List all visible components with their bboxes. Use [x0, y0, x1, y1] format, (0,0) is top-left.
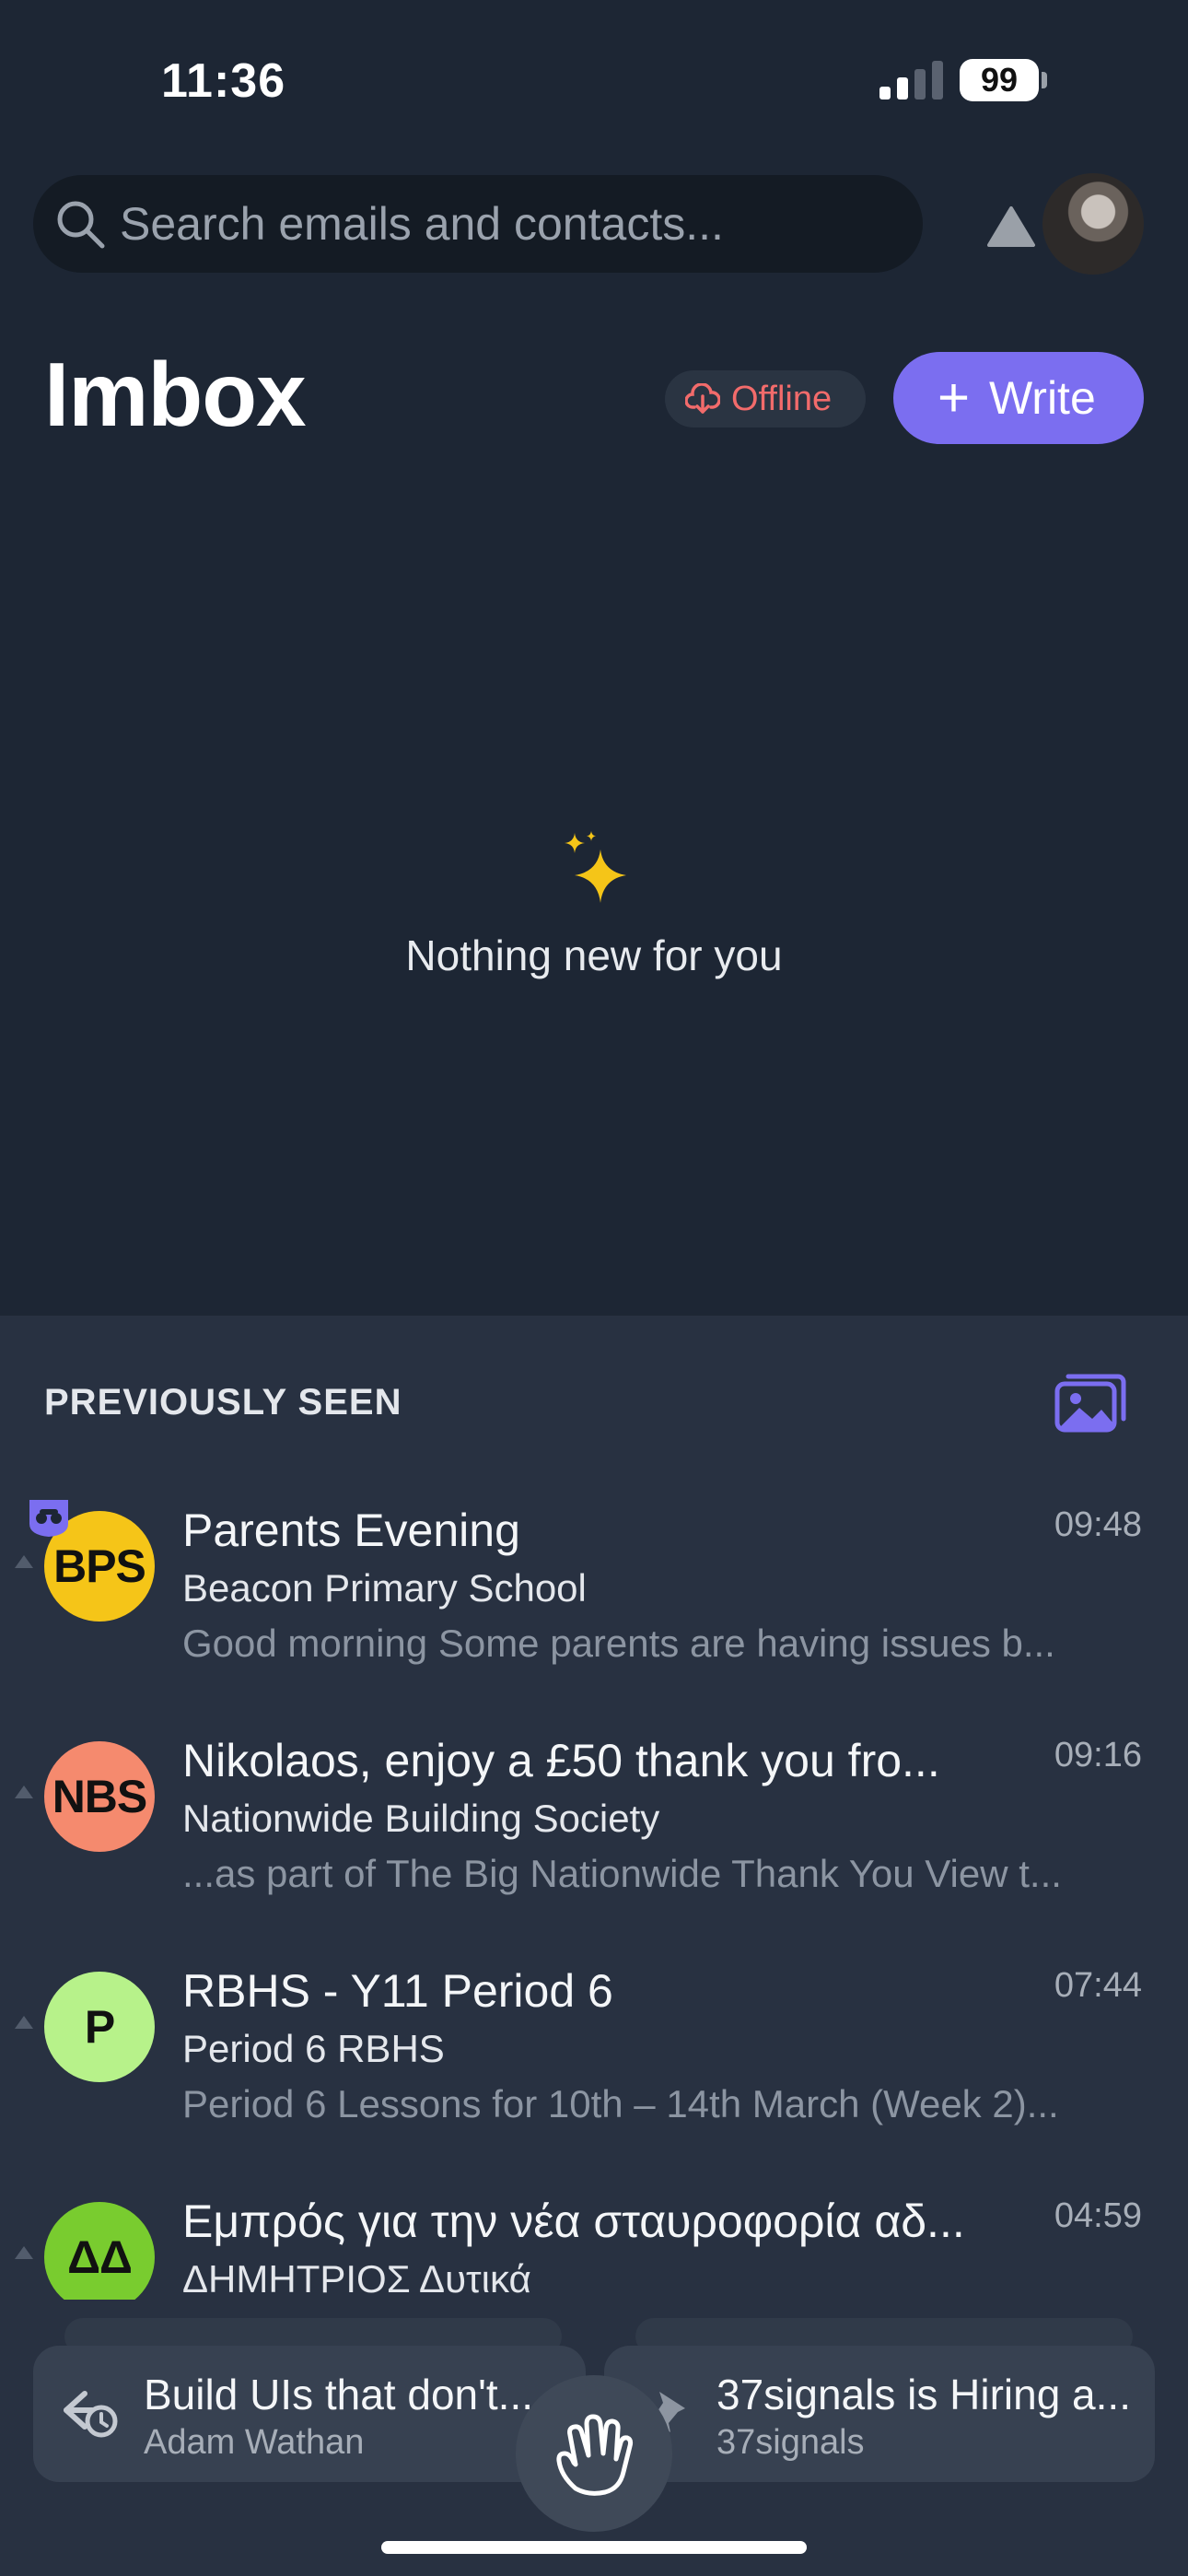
- chevron-up-icon: [15, 1555, 33, 1568]
- email-preview: ...as part of The Big Nationwide Thank Y…: [182, 1852, 1062, 1895]
- sender-badge: P: [44, 1972, 155, 2082]
- card-title: Build UIs that don't...: [144, 2371, 534, 2418]
- offline-badge[interactable]: Offline: [665, 370, 866, 427]
- chevron-up-icon: [15, 2016, 33, 2029]
- sender-badge: NBS: [44, 1741, 155, 1852]
- search-icon: [57, 201, 105, 249]
- email-row[interactable]: BPS Parents Evening 09:48 Beacon Primary…: [0, 1505, 1188, 1741]
- offline-label: Offline: [731, 380, 833, 418]
- card-title: 37signals is Hiring a...: [716, 2371, 1131, 2418]
- email-time: 09:48: [1054, 1505, 1142, 1544]
- email-subject: Nikolaos, enjoy a £50 thank you fro...: [182, 1735, 940, 1786]
- hand-icon: [556, 2414, 634, 2496]
- screener-shield-icon: [29, 1500, 68, 1537]
- email-row[interactable]: NBS Nikolaos, enjoy a £50 thank you fro.…: [0, 1735, 1188, 1972]
- triangle-menu-icon[interactable]: [985, 205, 1037, 249]
- write-label: Write: [989, 372, 1096, 424]
- email-preview: Good morning Some parents are having iss…: [182, 1622, 1055, 1665]
- battery-tip: [1042, 72, 1047, 88]
- card-subtitle: 37signals: [716, 2423, 865, 2462]
- hand-wave-button[interactable]: [516, 2375, 672, 2532]
- search-input[interactable]: [120, 175, 893, 273]
- email-row[interactable]: P RBHS - Y11 Period 6 07:44 Period 6 RBH…: [0, 1965, 1188, 2202]
- chevron-up-icon: [15, 2246, 33, 2259]
- gallery-icon[interactable]: [1054, 1371, 1127, 1435]
- previously-seen-heading: PREVIOUSLY SEEN: [44, 1382, 402, 1423]
- status-time: 11:36: [161, 54, 286, 108]
- signal-icon: [879, 61, 943, 100]
- search-bar[interactable]: [33, 175, 923, 273]
- email-subject: Parents Evening: [182, 1505, 520, 1556]
- empty-state-message: Nothing new for you: [405, 931, 783, 979]
- email-time: 04:59: [1054, 2196, 1142, 2235]
- chevron-up-icon: [15, 1786, 33, 1798]
- cloud-download-icon: [685, 383, 720, 414]
- reply-later-card[interactable]: Build UIs that don't... Adam Wathan: [33, 2346, 586, 2482]
- pinned-card[interactable]: 37signals is Hiring a... 37signals: [604, 2346, 1155, 2482]
- email-subject: Εμπρός για την νέα σταυροφορία αδ...: [182, 2195, 965, 2247]
- email-preview: Period 6 Lessons for 10th – 14th March (…: [182, 2082, 1059, 2125]
- email-subject: RBHS - Y11 Period 6: [182, 1965, 613, 2017]
- avatar[interactable]: [1042, 173, 1144, 275]
- email-sender: ΔΗΜΗΤΡΙΟΣ Δυτικά: [182, 2257, 531, 2301]
- sender-badge: ΔΔ: [44, 2202, 155, 2313]
- email-time: 07:44: [1054, 1966, 1142, 2005]
- write-button[interactable]: + Write: [893, 352, 1144, 444]
- battery-icon: 99: [960, 59, 1039, 101]
- plus-icon: +: [938, 367, 971, 428]
- card-subtitle: Adam Wathan: [144, 2423, 365, 2462]
- home-indicator[interactable]: [381, 2541, 807, 2554]
- page-title: Imbox: [44, 344, 307, 445]
- email-sender: Beacon Primary School: [182, 1566, 587, 1610]
- sparkle-icon: [565, 831, 626, 903]
- reply-later-icon: [64, 2391, 118, 2438]
- email-sender: Period 6 RBHS: [182, 2027, 445, 2070]
- email-sender: Nationwide Building Society: [182, 1797, 660, 1840]
- email-time: 09:16: [1054, 1736, 1142, 1774]
